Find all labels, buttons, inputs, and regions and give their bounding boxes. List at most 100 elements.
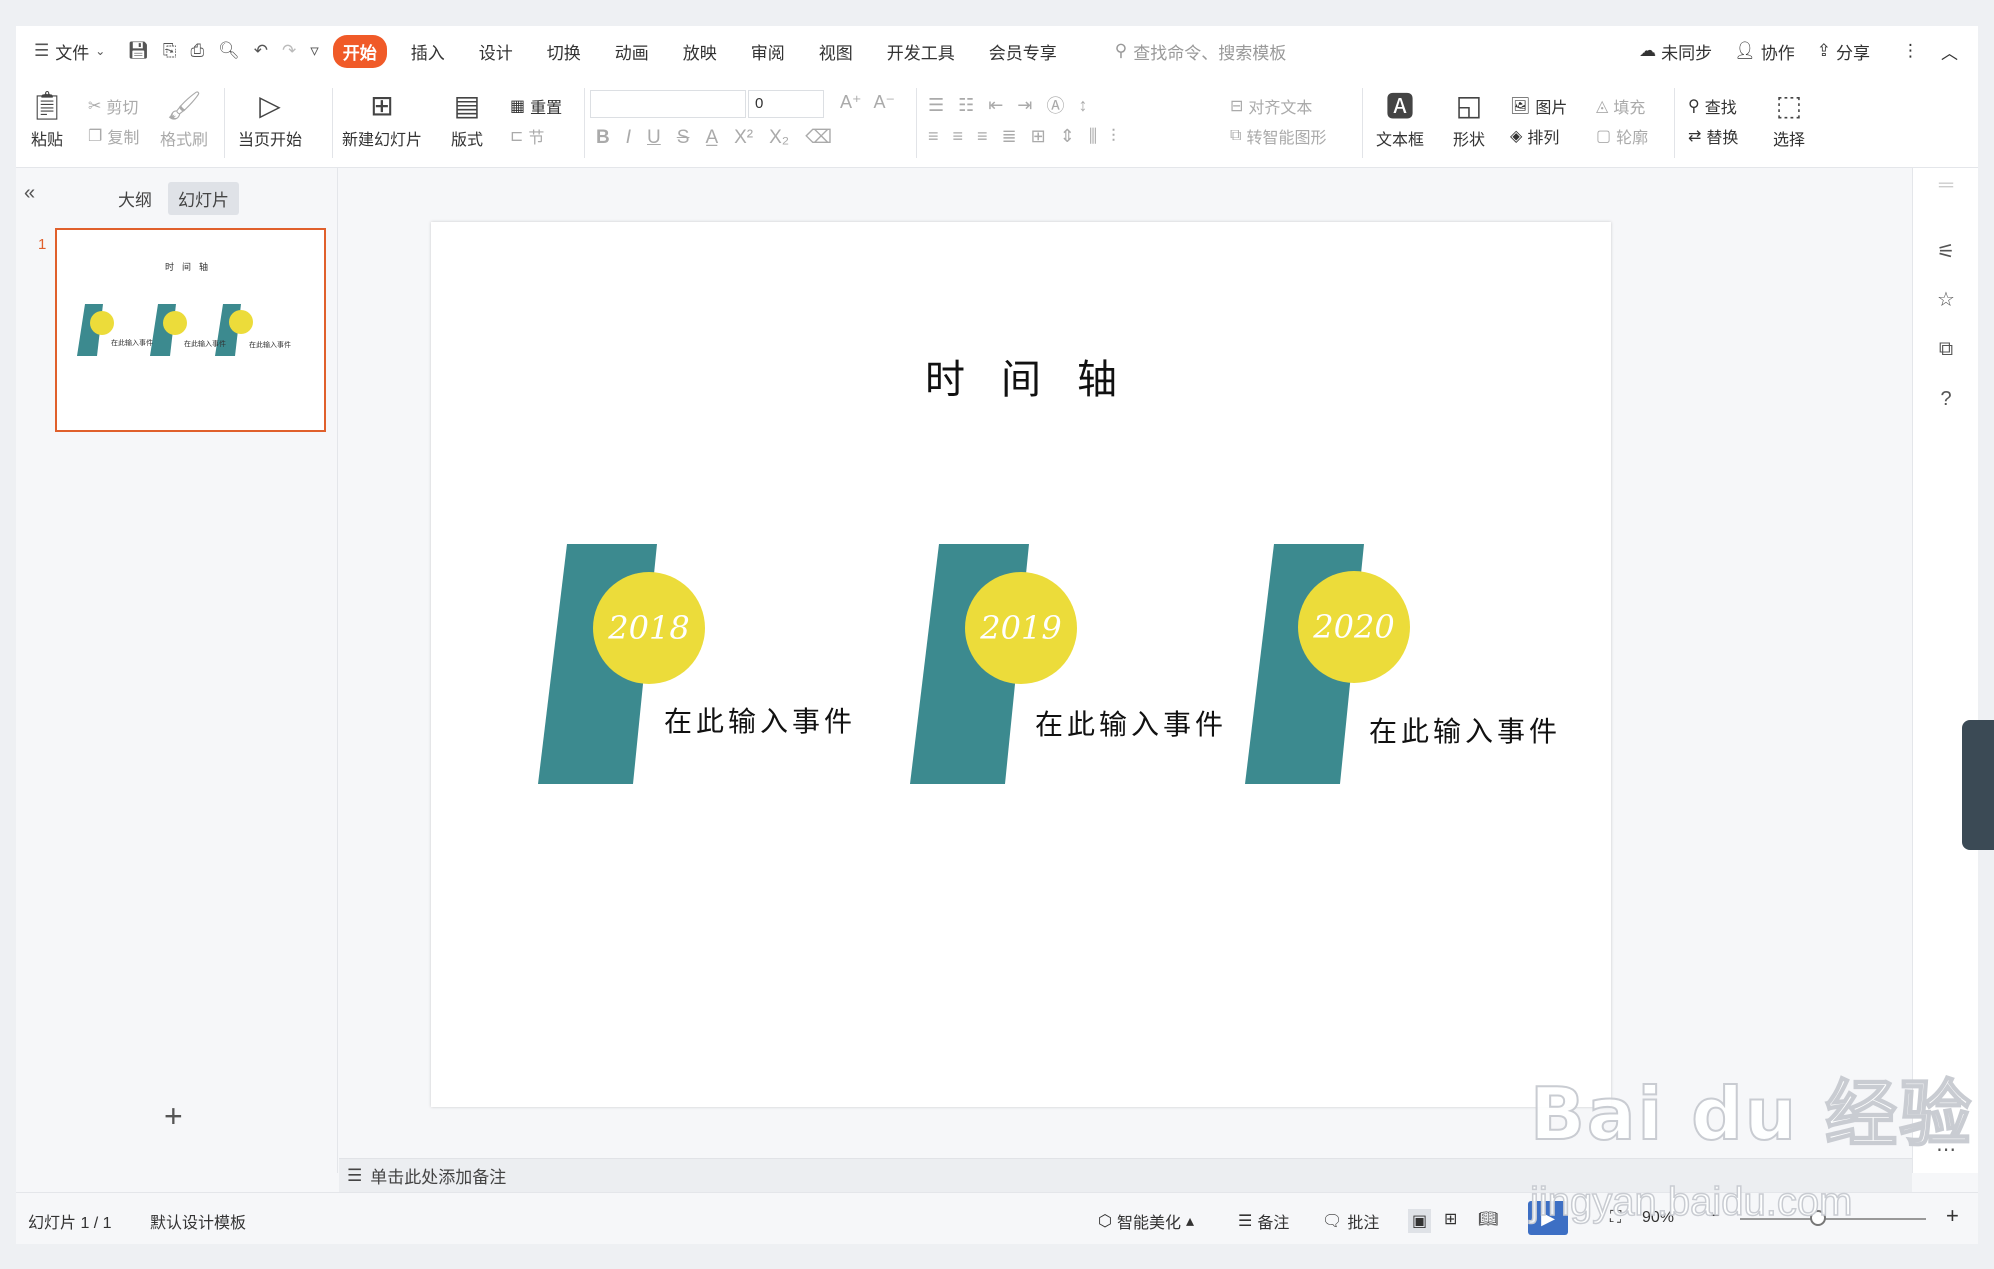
- tab-home[interactable]: 开始: [332, 34, 387, 68]
- subscript-icon[interactable]: X₂: [769, 127, 789, 149]
- share-button[interactable]: ⇪ 分享: [1817, 39, 1870, 64]
- year-badge-2[interactable]: 2019: [965, 572, 1077, 684]
- bullet-list-icon[interactable]: ☰: [928, 95, 944, 116]
- format-painter-button[interactable]: 🖌︎ 格式刷: [160, 88, 208, 150]
- increase-indent-icon[interactable]: ⇥: [1017, 95, 1032, 116]
- reset-button[interactable]: ▦ 重置: [510, 94, 562, 118]
- align-text-button[interactable]: ⊟ 对齐文本: [1230, 94, 1312, 118]
- textbox-button[interactable]: 🅰︎ 文本框: [1376, 88, 1424, 150]
- export-pdf-icon[interactable]: ⎘: [163, 41, 177, 61]
- tab-developer[interactable]: 开发工具: [877, 35, 965, 68]
- bold-icon[interactable]: B: [596, 127, 610, 149]
- year-badge-1[interactable]: 2018: [593, 572, 705, 684]
- copy-button[interactable]: ❐ 复制: [88, 124, 139, 148]
- section-button[interactable]: ⊏ 节: [510, 124, 544, 148]
- paragraph-spacing-icon[interactable]: ⇕: [1060, 126, 1075, 147]
- sync-status[interactable]: ☁ 未同步: [1639, 39, 1712, 64]
- side-widget[interactable]: [1962, 720, 1994, 850]
- tab-outline[interactable]: 大纲: [108, 182, 162, 215]
- collaborate-label: 协作: [1760, 43, 1795, 63]
- star-icon[interactable]: ☆: [1933, 286, 1959, 312]
- beautify-button[interactable]: ⬡ 智能美化 ▴: [1098, 1209, 1194, 1233]
- select-button[interactable]: ⬚ 选择: [1772, 88, 1806, 150]
- reading-view-icon[interactable]: 📖︎: [1478, 1209, 1498, 1229]
- print-icon[interactable]: ⎙: [191, 41, 205, 61]
- align-left-icon[interactable]: ≡: [928, 126, 939, 147]
- event-text-1[interactable]: 在此输入事件: [664, 700, 856, 740]
- event-text-2[interactable]: 在此输入事件: [1035, 703, 1227, 743]
- comments-button[interactable]: 🗨︎ 批注: [1322, 1209, 1379, 1233]
- save-icon[interactable]: 💾︎: [127, 41, 149, 61]
- column-spacing-icon[interactable]: ⫶: [1111, 126, 1116, 147]
- redo-icon[interactable]: ↷: [282, 41, 296, 61]
- smart-art-button[interactable]: ⧉ 转智能图形: [1230, 124, 1326, 148]
- tab-transitions[interactable]: 切换: [537, 35, 591, 68]
- tab-view[interactable]: 视图: [809, 35, 863, 68]
- tab-slides[interactable]: 幻灯片: [168, 182, 239, 215]
- font-family-select[interactable]: [590, 90, 746, 118]
- font-shrink-icon[interactable]: A⁻: [874, 92, 896, 113]
- event-text-3[interactable]: 在此输入事件: [1369, 710, 1561, 750]
- undo-icon[interactable]: ↶: [254, 41, 268, 61]
- slide-1[interactable]: 时间轴 2018 2019 2020 在此输入事件 在此输入事件 在此输入事件: [431, 222, 1611, 1107]
- slide-sorter-icon[interactable]: ⊞: [1444, 1209, 1457, 1229]
- add-slide-icon[interactable]: +: [164, 1098, 183, 1135]
- align-center-icon[interactable]: ≡: [953, 126, 964, 147]
- help-icon[interactable]: ?: [1933, 386, 1959, 412]
- tab-animations[interactable]: 动画: [605, 35, 659, 68]
- font-grow-icon[interactable]: A⁺: [840, 92, 862, 113]
- normal-view-icon[interactable]: ▣: [1408, 1209, 1432, 1233]
- play-icon: ▷: [259, 89, 281, 121]
- fill-button[interactable]: ◬ 填充: [1596, 94, 1645, 118]
- numbered-list-icon[interactable]: ☷: [958, 95, 974, 116]
- decrease-indent-icon[interactable]: ⇤: [988, 95, 1003, 116]
- more-menu-icon[interactable]: ⋮: [1902, 41, 1919, 61]
- picture-button[interactable]: 🖼︎ 图片: [1510, 94, 1567, 118]
- paste-button[interactable]: 📋︎ 粘贴: [29, 88, 65, 150]
- tab-slideshow[interactable]: 放映: [673, 35, 727, 68]
- align-right-icon[interactable]: ≡: [977, 126, 988, 147]
- replace-button[interactable]: ⇄ 替换: [1688, 124, 1738, 148]
- zoom-in-icon[interactable]: +: [1946, 1203, 1959, 1229]
- collaborate-button[interactable]: 👤︎ 协作: [1734, 39, 1795, 64]
- cut-button[interactable]: ✂ 剪切: [88, 94, 138, 118]
- justify-icon[interactable]: ≣: [1002, 126, 1017, 147]
- year-badge-3[interactable]: 2020: [1298, 571, 1410, 683]
- font-size-select[interactable]: 0: [748, 90, 824, 118]
- tab-design[interactable]: 设计: [469, 35, 523, 68]
- play-current-button[interactable]: ▷ 当页开始: [238, 88, 302, 150]
- tab-insert[interactable]: 插入: [401, 35, 455, 68]
- slide-thumbnail[interactable]: 时间轴 在此输入事件 在此输入事件 在此输入事件: [55, 228, 326, 432]
- file-menu[interactable]: ☰ 文件 ⌄: [34, 39, 105, 64]
- superscript-icon[interactable]: X²: [734, 127, 753, 149]
- copy-window-icon[interactable]: ⧉: [1933, 336, 1959, 362]
- template-name[interactable]: 默认设计模板: [150, 1209, 246, 1233]
- clear-format-icon[interactable]: ⌫: [805, 126, 832, 149]
- layout-button[interactable]: ▤ 版式: [450, 88, 484, 150]
- settings-sliders-icon[interactable]: ⚟: [1933, 238, 1959, 264]
- tab-member[interactable]: 会员专享: [979, 35, 1067, 68]
- new-slide-button[interactable]: ⊞ 新建幻灯片: [342, 88, 422, 150]
- shape-button[interactable]: ◱ 形状: [1452, 88, 1486, 150]
- column-icon[interactable]: ⫼: [1089, 126, 1097, 147]
- print-preview-icon[interactable]: 🔍︎: [218, 41, 240, 61]
- smart-art-icon: ⧉: [1230, 127, 1242, 144]
- distribute-icon[interactable]: ⊞: [1031, 126, 1046, 147]
- collapse-ribbon-icon[interactable]: ︿: [1941, 39, 1958, 64]
- line-spacing-icon[interactable]: ↕: [1078, 95, 1087, 116]
- find-button[interactable]: ⚲ 查找: [1688, 94, 1737, 118]
- notes-button[interactable]: ☰ 备注: [1238, 1209, 1289, 1233]
- text-direction-icon[interactable]: Ⓐ: [1046, 92, 1064, 118]
- arrange-button[interactable]: ◈ 排列: [1510, 124, 1559, 148]
- customize-toolbar-icon[interactable]: ▿: [310, 41, 319, 61]
- underline-icon[interactable]: U: [647, 127, 661, 149]
- outline-button[interactable]: ▢ 轮廓: [1596, 124, 1648, 148]
- strikethrough-icon[interactable]: S: [677, 127, 690, 149]
- italic-icon[interactable]: I: [626, 127, 631, 149]
- font-color-icon[interactable]: A̲: [705, 127, 718, 149]
- vertical-scrollbar[interactable]: [1892, 168, 1912, 1158]
- tab-review[interactable]: 审阅: [741, 35, 795, 68]
- command-search[interactable]: ⚲ 查找命令、搜索模板: [1115, 39, 1286, 64]
- replace-label: 替换: [1706, 130, 1739, 147]
- cloud-icon: ☁: [1639, 41, 1657, 60]
